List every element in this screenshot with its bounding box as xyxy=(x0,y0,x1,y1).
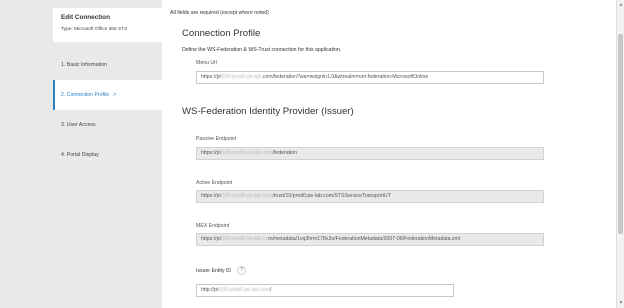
required-fields-note: All fields are required (except where no… xyxy=(170,10,269,16)
main-content: All fields are required (except where no… xyxy=(162,0,616,308)
input-value-masked: f100.prod0.pe-lab xyxy=(220,74,262,80)
input-value-suffix: /federation xyxy=(272,150,298,156)
issuer-heading: WS-Federation Identity Provider (Issuer) xyxy=(182,106,354,117)
input-value-suffix: /trust/10/prod0.pe-lab.com/STSServiceTra… xyxy=(272,193,391,199)
input-value-prefix: https://pi xyxy=(201,74,221,80)
sidebar-header: Edit Connection Type: Microsoft Office 3… xyxy=(53,8,162,42)
input-value-prefix: https://pi xyxy=(201,150,221,156)
connection-type-label: Type: Microsoft Office 365 STS xyxy=(61,27,128,32)
help-icon[interactable]: ? xyxy=(237,266,247,275)
issuer-entity-id-label-text: Issuer Entity ID xyxy=(196,267,232,274)
input-value-masked: f100.prod0.pe-lab.com xyxy=(220,193,273,199)
active-endpoint-label: Active Endpoint xyxy=(196,180,233,186)
issuer-entity-id-label: Issuer Entity ID? xyxy=(196,266,247,275)
input-value-masked: f100.prod0.pe-lab.co xyxy=(220,236,269,242)
input-value-suffix: m/metadata/1vq3hrm178x2o/FederationMetad… xyxy=(268,236,460,242)
chevron-right-icon: > xyxy=(113,92,117,98)
edit-connection-title: Edit Connection xyxy=(61,14,110,21)
input-value-prefix: https://pi xyxy=(201,236,221,242)
sidebar-item-label: 1. Basic Information xyxy=(61,62,107,68)
sidebar-item-portal-display[interactable]: 4. Portal Display xyxy=(53,140,162,170)
issuer-entity-id-input[interactable]: http://pif100.prod0.pe-lab.com/ xyxy=(196,284,454,297)
connection-profile-description: Define the WS-Federation & WS-Trust conn… xyxy=(182,47,342,53)
input-value-suffix: / xyxy=(269,287,272,293)
sidebar-item-label: 2. Connection Profile xyxy=(61,92,110,98)
sidebar-item-connection-profile[interactable]: 2. Connection Profile > xyxy=(53,80,162,110)
sidebar-item-label: 4. Portal Display xyxy=(61,152,99,158)
input-value-masked: f100.prod0.pe-lab.com xyxy=(218,287,270,293)
input-value-masked: f100.prod0.pe-lab.com xyxy=(220,150,273,156)
passive-endpoint-field: https://pif100.prod0.pe-lab.com/federati… xyxy=(196,147,544,160)
input-value-prefix: https://pi xyxy=(201,193,221,199)
scrollbar-thumb[interactable] xyxy=(618,34,623,234)
passive-endpoint-label: Passive Endpoint xyxy=(196,136,237,142)
menu-url-input[interactable]: https://pif100.prod0.pe-lab.com/federati… xyxy=(196,71,544,84)
sidebar-item-basic-information[interactable]: 1. Basic Information xyxy=(53,50,162,80)
sidebar-item-user-access[interactable]: 3. User Access xyxy=(53,110,162,140)
connection-profile-heading: Connection Profile xyxy=(182,28,261,39)
sidebar-item-label: 3. User Access xyxy=(61,122,96,128)
mex-endpoint-field: https://pif100.prod0.pe-lab.com/metadata… xyxy=(196,233,544,246)
input-value-prefix: http://pi xyxy=(201,287,219,293)
vertical-scrollbar[interactable]: ▲ ▼ xyxy=(616,0,624,308)
input-value-suffix: .com/federation?wa=wsignin1.0&wtrealm=ur… xyxy=(261,74,429,80)
scroll-down-arrow-icon[interactable]: ▼ xyxy=(618,300,624,306)
active-endpoint-field: https://pif100.prod0.pe-lab.com/trust/10… xyxy=(196,190,544,203)
menu-url-label: Menu Url xyxy=(196,60,218,66)
sidebar: Edit Connection Type: Microsoft Office 3… xyxy=(0,0,162,308)
mex-endpoint-label: MEX Endpoint xyxy=(196,223,230,229)
scroll-up-arrow-icon[interactable]: ▲ xyxy=(618,2,624,8)
